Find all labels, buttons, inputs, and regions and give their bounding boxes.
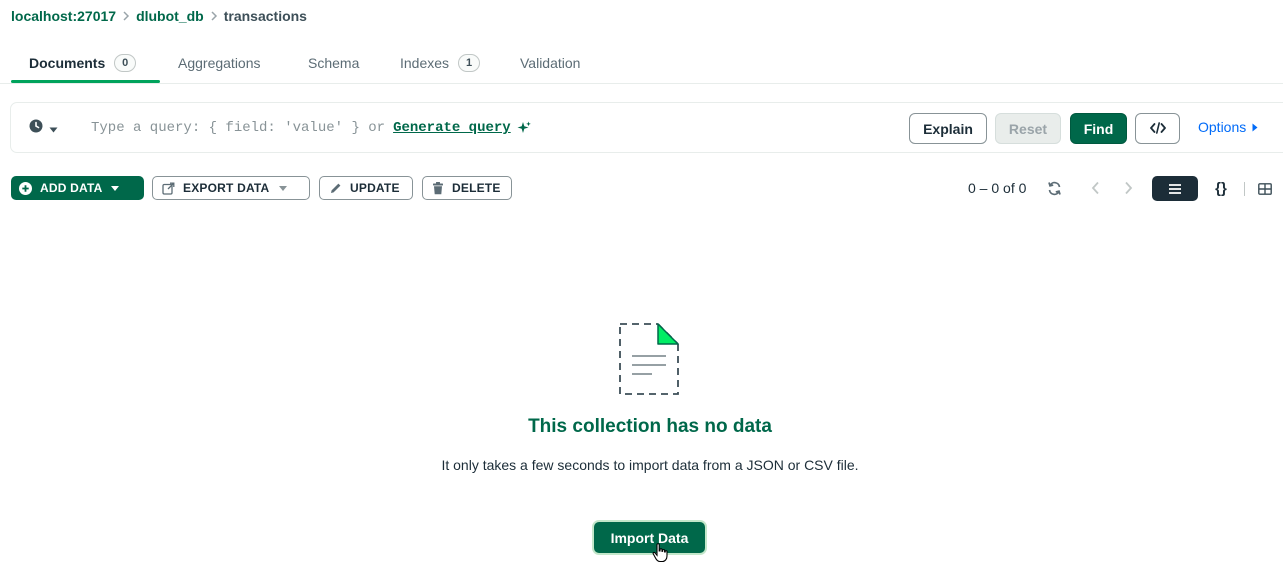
- tab-label: Indexes: [400, 54, 450, 71]
- pagination-text: 0 – 0 of 0: [968, 180, 1027, 196]
- query-placeholder: Type a query: { field: 'value' } or: [91, 120, 386, 136]
- documents-count-badge: 0: [114, 53, 137, 72]
- breadcrumb-database[interactable]: dlubot_db: [136, 8, 204, 24]
- collection-tabs: Documents 0 Aggregations Schema Indexes …: [0, 42, 1283, 84]
- add-data-label: ADD DATA: [40, 181, 103, 195]
- explain-button[interactable]: Explain: [909, 113, 987, 144]
- caret-right-icon: [1252, 119, 1258, 135]
- chevron-right-icon[interactable]: [1124, 178, 1133, 198]
- options-label: Options: [1198, 119, 1247, 135]
- reset-button[interactable]: Reset: [995, 113, 1061, 144]
- json-view-button[interactable]: {}: [1198, 176, 1244, 201]
- sparkle-icon: [517, 121, 531, 135]
- chevron-right-icon: [122, 9, 130, 24]
- tab-documents[interactable]: Documents 0: [29, 42, 137, 83]
- breadcrumb: localhost:27017 dlubot_db transactions: [11, 7, 307, 25]
- export-icon: [162, 182, 175, 195]
- plus-circle-icon: [19, 181, 32, 195]
- refresh-icon[interactable]: [1046, 178, 1063, 198]
- query-input[interactable]: Type a query: { field: 'value' } or Gene…: [91, 117, 531, 139]
- tab-label: Schema: [308, 54, 360, 71]
- tab-schema[interactable]: Schema: [308, 42, 359, 83]
- export-data-button[interactable]: EXPORT DATA: [152, 176, 310, 200]
- hand-cursor-icon: [652, 543, 670, 563]
- tab-label: Documents: [29, 54, 106, 71]
- code-icon: [1149, 121, 1166, 137]
- table-icon: [1258, 182, 1272, 195]
- empty-state-title: This collection has no data: [528, 416, 772, 437]
- tab-aggregations[interactable]: Aggregations: [178, 42, 261, 83]
- find-button[interactable]: Find: [1070, 113, 1127, 144]
- list-icon: [1169, 183, 1181, 194]
- clock-icon: [29, 119, 43, 138]
- list-view-button[interactable]: [1152, 176, 1198, 201]
- view-switcher: {}: [1152, 176, 1283, 201]
- export-to-language-button[interactable]: [1135, 113, 1180, 144]
- tab-indexes[interactable]: Indexes 1: [400, 42, 481, 83]
- trash-icon: [432, 181, 444, 195]
- caret-down-icon: [49, 120, 58, 138]
- tab-validation[interactable]: Validation: [520, 42, 580, 83]
- empty-state-description: It only takes a few seconds to import da…: [441, 457, 859, 473]
- chevron-left-icon[interactable]: [1091, 178, 1100, 198]
- empty-document-icon: [612, 320, 688, 405]
- delete-label: DELETE: [452, 181, 501, 195]
- caret-down-icon: [279, 185, 288, 191]
- export-data-label: EXPORT DATA: [183, 181, 270, 195]
- tab-label: Validation: [520, 54, 581, 71]
- update-button[interactable]: UPDATE: [319, 176, 413, 200]
- delete-button[interactable]: DELETE: [422, 176, 512, 200]
- curly-braces-icon: {}: [1215, 180, 1227, 197]
- caret-down-icon: [111, 185, 120, 191]
- breadcrumb-host[interactable]: localhost:27017: [11, 8, 116, 24]
- breadcrumb-collection: transactions: [223, 8, 307, 24]
- import-data-button[interactable]: Import Data: [592, 520, 707, 555]
- generate-query-link[interactable]: Generate query: [393, 120, 511, 136]
- add-data-button[interactable]: ADD DATA: [11, 176, 144, 200]
- query-bar: Type a query: { field: 'value' } or Gene…: [10, 102, 1283, 153]
- pencil-icon: [329, 182, 342, 195]
- tab-label: Aggregations: [178, 54, 261, 71]
- indexes-count-badge: 1: [458, 53, 481, 72]
- query-options-toggle[interactable]: Options: [1198, 119, 1258, 135]
- chevron-right-icon: [210, 9, 218, 24]
- table-view-button[interactable]: [1245, 176, 1283, 201]
- query-history-button[interactable]: [29, 119, 58, 138]
- update-label: UPDATE: [350, 181, 400, 195]
- active-tab-indicator: [11, 80, 160, 83]
